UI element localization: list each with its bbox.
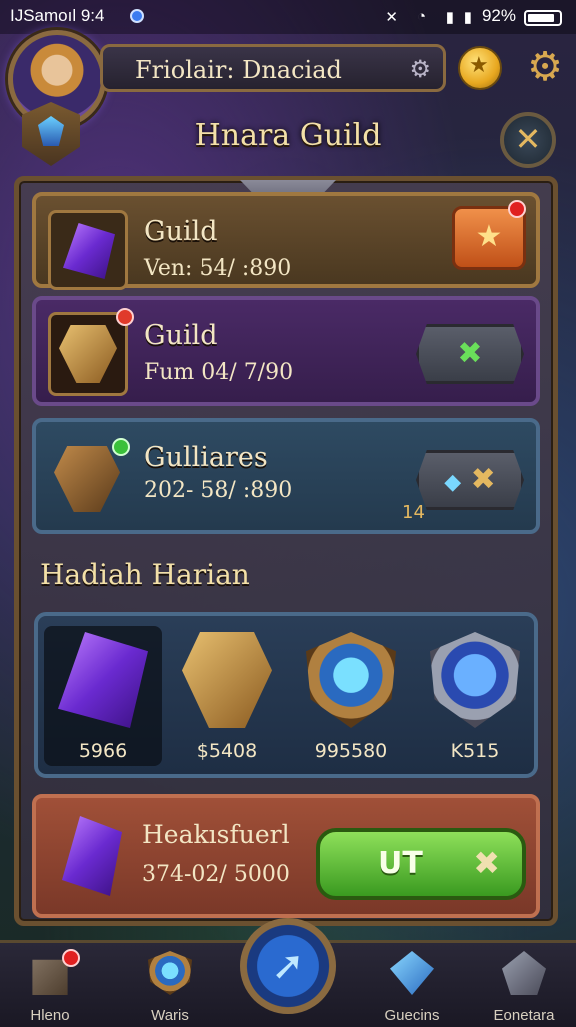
nav-label: Guecins: [384, 1007, 440, 1024]
notification-dot-icon: [130, 9, 144, 23]
guild-card-2[interactable]: Guild Fum 04/ 7/90 ✖: [32, 296, 540, 406]
featured-name: Heakısfuerl: [142, 820, 290, 849]
green-badge: [112, 438, 130, 456]
claim-button[interactable]: UT ✖: [316, 828, 526, 900]
reward-value: 5966: [78, 740, 128, 762]
notification-badge: [508, 200, 526, 218]
guild-name: Gulliares: [144, 442, 268, 473]
reward-item-4[interactable]: K515: [416, 626, 534, 766]
player-name: Friolair: Dnaciad: [135, 56, 342, 84]
edit-gear-icon[interactable]: ⚙: [409, 55, 431, 83]
green-x-icon: ✖: [457, 336, 483, 371]
guild-members: Ven: 54/ :890: [144, 256, 292, 281]
wifi-icon: ◔: [416, 8, 426, 25]
blue-shield-icon: [306, 632, 396, 728]
nav-label: Waris: [151, 1007, 189, 1024]
reward-value: 995580: [314, 740, 388, 762]
battle-center-button[interactable]: ➚: [240, 918, 336, 1014]
leave-guild-button[interactable]: ◆ ✖: [416, 450, 524, 510]
new-badge: [116, 308, 134, 326]
golden-armor-icon: [182, 632, 272, 728]
reward-value: K515: [450, 740, 500, 762]
guild-hammer-frame: [48, 438, 130, 518]
bronze-hammer-icon: [54, 446, 120, 512]
gold-coin-icon[interactable]: ★: [458, 46, 502, 90]
blue-gem-icon: [390, 951, 434, 995]
request-guild-button[interactable]: ✖: [416, 324, 524, 384]
star-icon: ★: [475, 219, 503, 254]
signal-2-icon: ▮: [463, 9, 472, 26]
nav-notification-badge: [62, 949, 80, 967]
cross-icon: ✖: [473, 844, 500, 882]
guild-crystal-frame: [48, 210, 128, 290]
nav-item-eonetara[interactable]: Eonetara: [474, 947, 574, 1027]
battery-icon: [524, 10, 562, 26]
reward-item-1[interactable]: 5966: [44, 626, 162, 766]
guild-members: Fum 04/ 7/90: [144, 360, 294, 385]
status-bar: IJSamoıl 9:4 ✕ ◔ ▮ ▮ 92%: [0, 0, 576, 34]
daily-rewards-heading: Hadiah Harian: [40, 558, 250, 591]
mute-icon: ✕: [385, 9, 398, 26]
rewards-strip: 5966 $5408 995580 K515: [34, 612, 538, 778]
blue-gem-icon: ◆: [444, 470, 462, 495]
reward-value: $5408: [196, 740, 258, 762]
shield-icon: [148, 951, 192, 995]
player-name-bar[interactable]: Friolair: Dnaciad ⚙: [100, 44, 446, 92]
guild-name: Guild: [144, 320, 218, 351]
signal-icon: ▮: [445, 9, 454, 26]
guild-card-1[interactable]: Guild Ven: 54/ :890 ★: [32, 192, 540, 290]
nav-item-hleno[interactable]: Hleno: [0, 947, 100, 1027]
steel-shield-icon: [430, 632, 520, 728]
nav-item-waris[interactable]: Waris: [120, 947, 220, 1027]
nav-label: Hleno: [30, 1007, 70, 1024]
crown-icon: [502, 951, 546, 995]
featured-meta: 374-02/ 5000: [142, 862, 290, 887]
nav-item-guecins[interactable]: Guecins: [362, 947, 462, 1027]
page-title: Hnara Guild: [194, 118, 382, 153]
settings-gear-icon[interactable]: ⚙: [522, 44, 568, 90]
close-icon: ✕: [514, 120, 542, 158]
battery-percent: 92%: [481, 6, 516, 25]
guild-members: 202- 58/ :890: [144, 478, 293, 503]
reward-count: 14: [402, 502, 425, 523]
nav-label: Eonetara: [493, 1007, 555, 1024]
lightning-icon: ➚: [271, 943, 305, 989]
guild-card-3[interactable]: Gulliares 202- 58/ :890 ◆ ✖ 14: [32, 418, 540, 534]
claim-button-label: UT: [378, 846, 423, 881]
purple-crystal-icon: [63, 223, 115, 279]
bronze-emblem-icon: [59, 325, 117, 383]
reward-item-2[interactable]: $5408: [168, 626, 286, 766]
guild-emblem-frame: [48, 312, 128, 396]
gold-x-icon: ✖: [470, 462, 496, 497]
purple-crystal-icon: [62, 816, 122, 896]
purple-gem-icon: [58, 632, 148, 728]
featured-card[interactable]: Heakısfuerl 374-02/ 5000 UT ✖: [32, 794, 540, 918]
reward-item-3[interactable]: 995580: [292, 626, 410, 766]
close-button[interactable]: ✕: [500, 112, 556, 168]
status-time: IJSamoıl 9:4: [10, 6, 105, 25]
guild-name: Guild: [144, 216, 218, 247]
